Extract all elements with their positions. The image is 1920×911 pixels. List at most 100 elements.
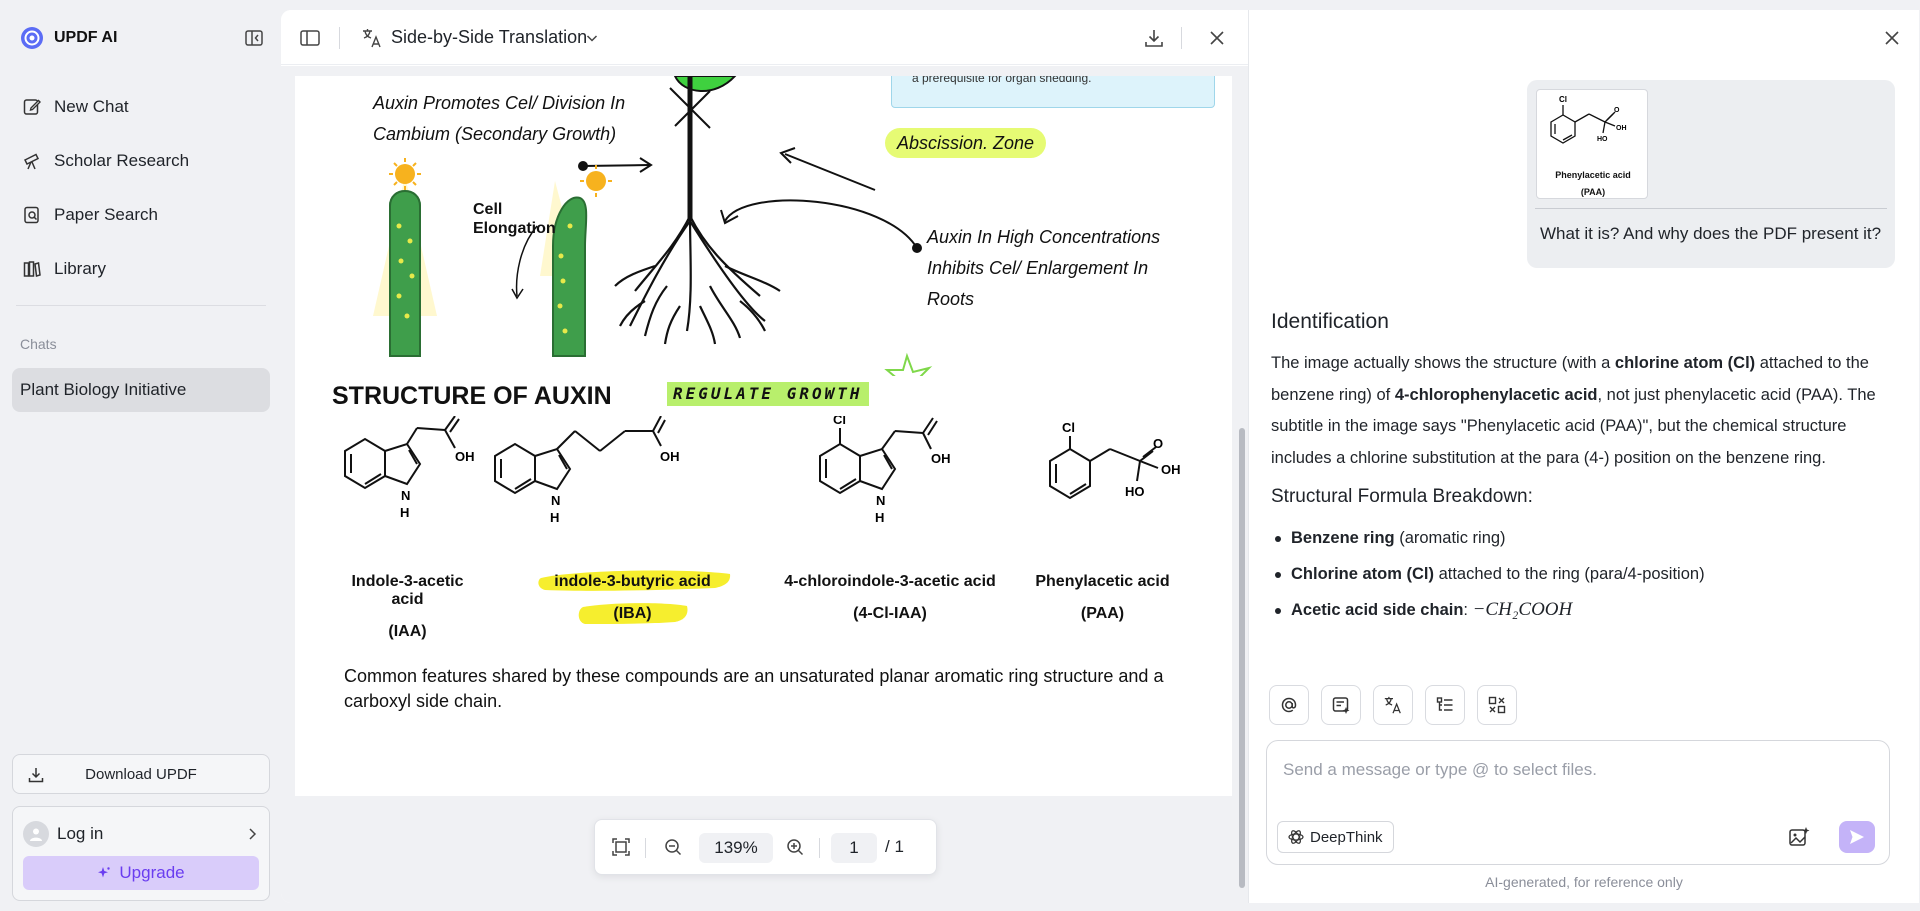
cell-elongation-line-2: Elongation bbox=[473, 220, 556, 237]
atom-h: H bbox=[875, 510, 884, 525]
zoom-level[interactable]: 139% bbox=[699, 833, 773, 863]
outline-button[interactable] bbox=[1425, 685, 1465, 725]
summarize-button[interactable] bbox=[1321, 685, 1361, 725]
ai-disclaimer: AI-generated, for reference only bbox=[1485, 874, 1683, 890]
deepthink-toggle[interactable]: DeepThink bbox=[1277, 821, 1394, 853]
answer-bold: chlorine atom (Cl) bbox=[1614, 354, 1756, 372]
doc-search-icon bbox=[24, 206, 39, 224]
atom-oh: OH bbox=[455, 449, 475, 464]
atom-oh: OH bbox=[1161, 462, 1181, 477]
page-total: / 1 bbox=[885, 837, 904, 856]
sidebar-item-new-chat[interactable]: New Chat bbox=[12, 80, 270, 134]
answer-subheading: Structural Formula Breakdown: bbox=[1271, 486, 1533, 507]
account-box: Log in Upgrade bbox=[12, 806, 270, 901]
sparkle-icon bbox=[98, 867, 111, 878]
compare-icon bbox=[1488, 696, 1506, 714]
list-item-text: (aromatic ring) bbox=[1394, 529, 1506, 547]
document-scrollbar[interactable] bbox=[1239, 428, 1245, 888]
image-upload-icon[interactable] bbox=[1787, 825, 1811, 849]
sidebar-nav: New Chat Scholar Research Paper Search L… bbox=[12, 80, 270, 296]
translate-button[interactable] bbox=[1373, 685, 1413, 725]
chat-input-box: DeepThink bbox=[1266, 740, 1890, 865]
mention-button[interactable] bbox=[1269, 685, 1309, 725]
list-item: Acetic acid side chain: −CH₂COOH bbox=[1271, 592, 1899, 628]
roots-line-2: Inhibits Cel/ Enlargement In bbox=[927, 258, 1149, 278]
atom-oh: OH bbox=[931, 451, 951, 466]
download-updf-button[interactable]: Download UPDF bbox=[12, 754, 270, 794]
cambium-label: Auxin Promotes Cel/ Division In Cambium … bbox=[373, 88, 625, 150]
fit-page-icon[interactable] bbox=[611, 837, 631, 857]
atom-o: O bbox=[661, 416, 671, 417]
library-icon bbox=[23, 261, 41, 277]
answer-paragraph: The image actually shows the structure (… bbox=[1271, 348, 1899, 474]
sidebar-item-label: Library bbox=[54, 259, 106, 278]
toolbar-divider bbox=[1181, 27, 1182, 49]
list-item: Benzene ring (aromatic ring) bbox=[1271, 520, 1899, 556]
translate-icon bbox=[363, 29, 381, 48]
abscission-zone-label: Abscission. Zone bbox=[885, 128, 1047, 158]
zoom-divider bbox=[645, 838, 646, 858]
login-button[interactable]: Log in bbox=[23, 819, 259, 849]
answer-text: The image actually shows the structure (… bbox=[1271, 354, 1615, 372]
panel-toggle-icon[interactable] bbox=[299, 27, 321, 49]
zoom-in-icon[interactable] bbox=[785, 837, 805, 857]
document-canvas[interactable]: a prerequisite for organ shedding. Auxin… bbox=[281, 66, 1248, 903]
common-features-text: Common features shared by these compound… bbox=[344, 666, 1164, 711]
translation-mode-select[interactable]: Side-by-Side Translation bbox=[391, 27, 587, 48]
updf-logo-icon bbox=[21, 27, 43, 49]
atom-o: O bbox=[935, 416, 945, 417]
compound-iaa: Indole-3-acetic acid (IAA) bbox=[335, 573, 480, 641]
sidebar-item-library[interactable]: Library bbox=[12, 242, 270, 296]
brand[interactable]: UPDF AI bbox=[20, 26, 117, 50]
cambium-line-1: Auxin Promotes Cel/ Division In bbox=[373, 93, 626, 113]
page-number-input[interactable]: 1 bbox=[831, 833, 877, 863]
roots-line-1: Auxin In High Concentrations bbox=[927, 227, 1161, 247]
atom-oh: OH bbox=[660, 449, 680, 464]
formula: −CH₂COOH bbox=[1472, 599, 1573, 620]
user-icon bbox=[30, 828, 42, 841]
chat-item-plant-biology[interactable]: Plant Biology Initiative bbox=[12, 368, 270, 412]
answer-heading: Identification bbox=[1271, 310, 1389, 333]
zoom-toolbar: 139% 1 / 1 bbox=[594, 819, 937, 875]
avatar bbox=[23, 821, 49, 847]
telescope-icon bbox=[23, 153, 40, 170]
download-icon[interactable] bbox=[1143, 27, 1165, 49]
attached-image-thumbnail[interactable]: Cl O OH HO Phenylacetic acid (PAA) bbox=[1536, 89, 1648, 199]
compound-name: Phenylacetic acid bbox=[1035, 573, 1170, 590]
upgrade-button[interactable]: Upgrade bbox=[23, 856, 259, 890]
cell-elongation-line-1: Cell bbox=[473, 201, 503, 218]
list-item-bold: Benzene ring bbox=[1291, 529, 1395, 547]
compound-abbr: (IBA) bbox=[613, 605, 652, 622]
send-button[interactable] bbox=[1839, 821, 1875, 853]
compound-name: Indole-3-acetic acid bbox=[351, 573, 464, 608]
login-label: Log in bbox=[57, 824, 104, 843]
collapse-sidebar-icon[interactable] bbox=[244, 28, 264, 48]
atom-n: N bbox=[551, 493, 560, 508]
compound-abbr: (PAA) bbox=[1080, 605, 1125, 622]
list-item-text: attached to the ring (para/4-position) bbox=[1434, 565, 1705, 583]
atom-ho: HO bbox=[1125, 484, 1145, 499]
atom-n: N bbox=[876, 493, 885, 508]
compound-paa: Phenylacetic acid (PAA) bbox=[1035, 573, 1170, 623]
deepthink-label: DeepThink bbox=[1310, 828, 1383, 846]
chevron-down-icon[interactable] bbox=[584, 30, 600, 46]
close-icon[interactable] bbox=[1882, 28, 1902, 48]
regulate-growth-label: REGULATE GROWTH bbox=[667, 382, 869, 406]
compound-abbr: (IAA) bbox=[388, 623, 427, 640]
sidebar-item-paper-search[interactable]: Paper Search bbox=[12, 188, 270, 242]
sidebar-item-label: New Chat bbox=[54, 97, 129, 116]
app-name: UPDF AI bbox=[54, 29, 118, 46]
thumb-atom-oh: OH bbox=[1616, 125, 1627, 132]
thumbnail-caption-1: Phenylacetic acid bbox=[1555, 170, 1631, 180]
chemical-structures: O OH N H O OH N H Cl O OH N H Cl O OH HO bbox=[344, 416, 1181, 525]
compound-name: indole-3-butyric acid bbox=[554, 573, 711, 590]
sidebar-item-scholar-research[interactable]: Scholar Research bbox=[12, 134, 270, 188]
thumbnail-caption-2: (PAA) bbox=[1580, 187, 1606, 197]
chat-tools bbox=[1269, 685, 1517, 725]
compare-button[interactable] bbox=[1477, 685, 1517, 725]
close-icon[interactable] bbox=[1206, 27, 1228, 49]
atom-icon bbox=[1288, 830, 1304, 844]
zoom-out-icon[interactable] bbox=[663, 837, 683, 857]
atom-o: O bbox=[457, 416, 467, 417]
chat-input[interactable] bbox=[1283, 755, 1873, 785]
